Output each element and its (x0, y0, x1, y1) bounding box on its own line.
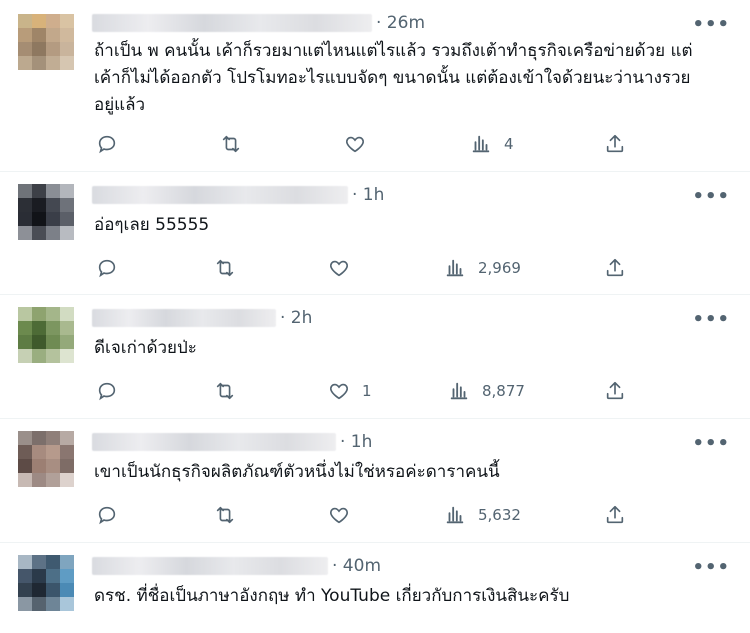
reply-button[interactable] (96, 132, 130, 156)
like-button[interactable]: 1 (328, 379, 372, 403)
action-bar: 4 (96, 132, 636, 156)
share-button[interactable] (604, 379, 626, 403)
views-button[interactable]: 8,877 (448, 379, 525, 403)
timestamp[interactable]: · 1h (352, 185, 384, 205)
timestamp[interactable]: · 40m (332, 556, 381, 576)
retweet-icon (216, 259, 234, 277)
share-button[interactable] (604, 256, 626, 280)
share-icon (606, 505, 624, 524)
timestamp[interactable]: · 1h (340, 432, 372, 452)
tweet[interactable]: · 26m ••• ถ้าเป็น พ คนนั้น เค้าก็รวยมาแต… (0, 0, 750, 172)
action-bar: 2,969 (96, 256, 636, 280)
more-icon[interactable]: ••• (692, 309, 730, 330)
view-count: 4 (504, 135, 514, 153)
author-name-blurred[interactable] (92, 14, 372, 32)
retweet-button[interactable] (214, 503, 248, 527)
views-button[interactable]: 2,969 (444, 256, 521, 280)
more-icon[interactable]: ••• (692, 14, 730, 35)
tweet-text: เขาเป็นนักธุรกิจผลิตภัณฑ์ตัวหนึ่งไม่ใช่ห… (94, 462, 500, 482)
tweet[interactable]: · 1h ••• เขาเป็นนักธุรกิจผลิตภัณฑ์ตัวหนึ… (0, 419, 750, 543)
more-icon[interactable]: ••• (692, 186, 730, 207)
share-button[interactable] (604, 503, 626, 527)
author-name-blurred[interactable] (92, 309, 276, 327)
avatar[interactable] (18, 555, 74, 611)
author-name-blurred[interactable] (92, 557, 328, 575)
reply-icon (98, 382, 116, 401)
reply-button[interactable] (96, 256, 130, 280)
avatar[interactable] (18, 431, 74, 487)
tweet[interactable]: · 40m ••• ดรช. ที่ชื่อเป็นภาษาอังกฤษ ทำ … (0, 543, 750, 633)
views-icon (446, 259, 464, 277)
like-icon (346, 136, 364, 153)
more-icon[interactable]: ••• (692, 557, 730, 578)
avatar[interactable] (18, 14, 74, 70)
retweet-icon (216, 506, 234, 524)
timestamp[interactable]: · 2h (280, 308, 312, 328)
reply-feed: · 26m ••• ถ้าเป็น พ คนนั้น เค้าก็รวยมาแต… (0, 0, 750, 633)
like-icon (330, 383, 348, 400)
tweet[interactable]: · 2h ••• ดีเจเก่าด้วยป่ะ 1 8,877 (0, 295, 750, 419)
like-button[interactable] (344, 132, 378, 156)
retweet-button[interactable] (220, 132, 254, 156)
tweet[interactable]: · 1h ••• อ่อๆเลย 55555 2,969 (0, 172, 750, 295)
more-icon[interactable]: ••• (692, 433, 730, 454)
timestamp[interactable]: · 26m (376, 13, 425, 33)
retweet-button[interactable] (214, 379, 248, 403)
tweet-text: ถ้าเป็น พ คนนั้น เค้าก็รวยมาแต่ไหนแต่ไรแ… (94, 41, 693, 115)
retweet-button[interactable] (214, 256, 248, 280)
like-icon (330, 507, 348, 524)
view-count: 8,877 (482, 382, 525, 400)
tweet-text: อ่อๆเลย 55555 (94, 215, 210, 235)
share-button[interactable] (604, 132, 626, 156)
views-button[interactable]: 5,632 (444, 503, 521, 527)
action-bar: 1 8,877 (96, 379, 636, 403)
like-icon (330, 260, 348, 277)
tweet-text: ดีเจเก่าด้วยป่ะ (94, 338, 197, 358)
share-icon (606, 381, 624, 400)
like-button[interactable] (328, 503, 362, 527)
view-count: 5,632 (478, 506, 521, 524)
retweet-icon (216, 382, 234, 400)
tweet-text: ดรช. ที่ชื่อเป็นภาษาอังกฤษ ทำ YouTube เก… (94, 586, 570, 606)
view-count: 2,969 (478, 259, 521, 277)
author-name-blurred[interactable] (92, 186, 348, 204)
reply-icon (98, 506, 116, 525)
author-name-blurred[interactable] (92, 433, 336, 451)
like-button[interactable] (328, 256, 362, 280)
views-icon (472, 135, 490, 153)
share-icon (606, 134, 624, 153)
reply-icon (98, 135, 116, 154)
reply-button[interactable] (96, 503, 130, 527)
like-count: 1 (362, 382, 372, 400)
views-button[interactable]: 4 (470, 132, 514, 156)
reply-icon (98, 259, 116, 278)
views-icon (450, 382, 468, 400)
reply-button[interactable] (96, 379, 130, 403)
avatar[interactable] (18, 184, 74, 240)
avatar[interactable] (18, 307, 74, 363)
retweet-icon (222, 135, 240, 153)
views-icon (446, 506, 464, 524)
action-bar: 5,632 (96, 503, 636, 527)
share-icon (606, 258, 624, 277)
